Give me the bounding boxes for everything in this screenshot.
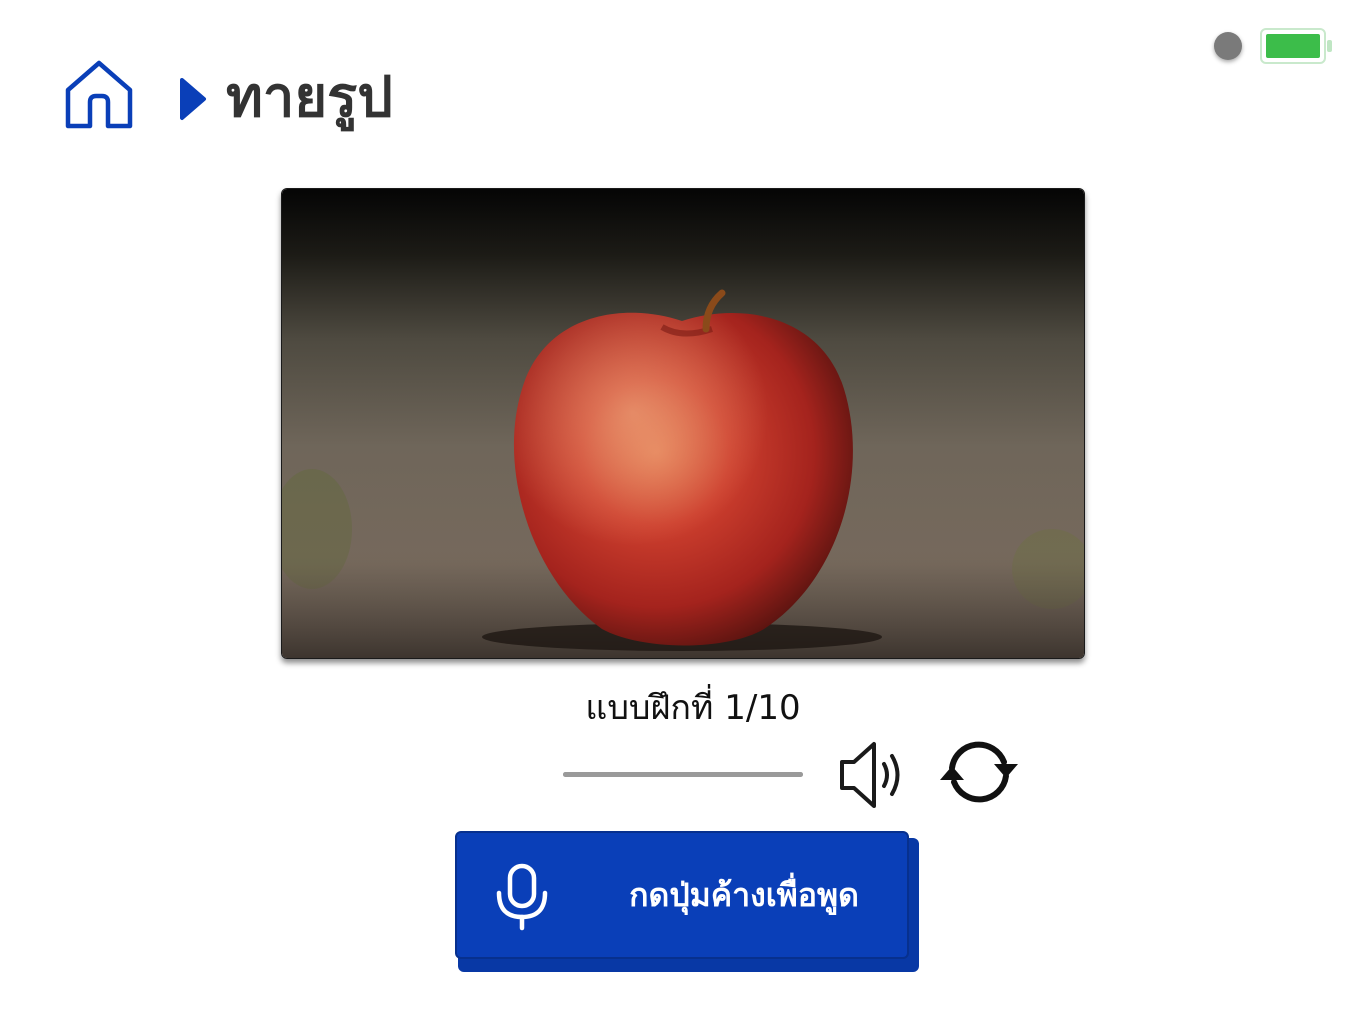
recording-indicator [1214,32,1242,60]
home-icon [65,60,133,129]
chevron-right-icon [180,78,206,120]
audio-progress-bar[interactable] [563,772,803,777]
speak-button-label: กดปุ่มค้างเพื่อพูด [629,876,859,914]
apple-image [282,189,1084,658]
hold-to-speak-button[interactable]: กดปุ่มค้างเพื่อพูด [455,831,909,959]
guess-picture-screen: ทายรูป แบบฝึกที่ 1/10 กดปุ่มค้างเพื่อพูด [0,0,1366,1024]
home-button[interactable] [60,58,138,132]
battery-icon [1260,28,1332,64]
microphone-icon [496,863,548,931]
audio-progress-fill [563,772,803,777]
exercise-counter: แบบฝึกที่ 1/10 [585,688,801,728]
quiz-picture [281,188,1085,659]
page-title: ทายรูป [226,65,393,130]
refresh-icon [940,741,1018,803]
play-audio-button[interactable] [836,738,910,812]
speaker-icon [840,742,900,808]
refresh-button[interactable] [934,734,1024,810]
